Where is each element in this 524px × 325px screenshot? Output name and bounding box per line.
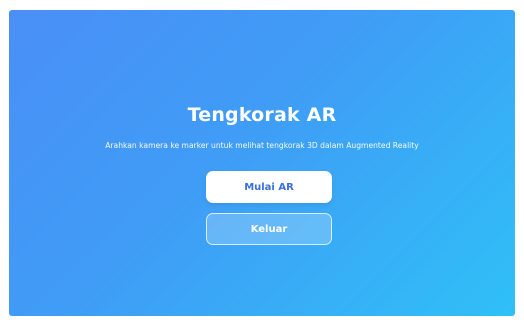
exit-button-label: Keluar [250,223,288,235]
exit-button[interactable]: Keluar [206,213,332,245]
start-ar-button[interactable]: Mulai AR [206,171,332,203]
page-title: Tengkorak AR [187,104,337,126]
ar-start-screen: Tengkorak AR Arahkan kamera ke marker un… [9,10,515,316]
instruction-text: Arahkan kamera ke marker untuk melihat t… [105,141,419,150]
start-ar-button-label: Mulai AR [244,181,294,193]
